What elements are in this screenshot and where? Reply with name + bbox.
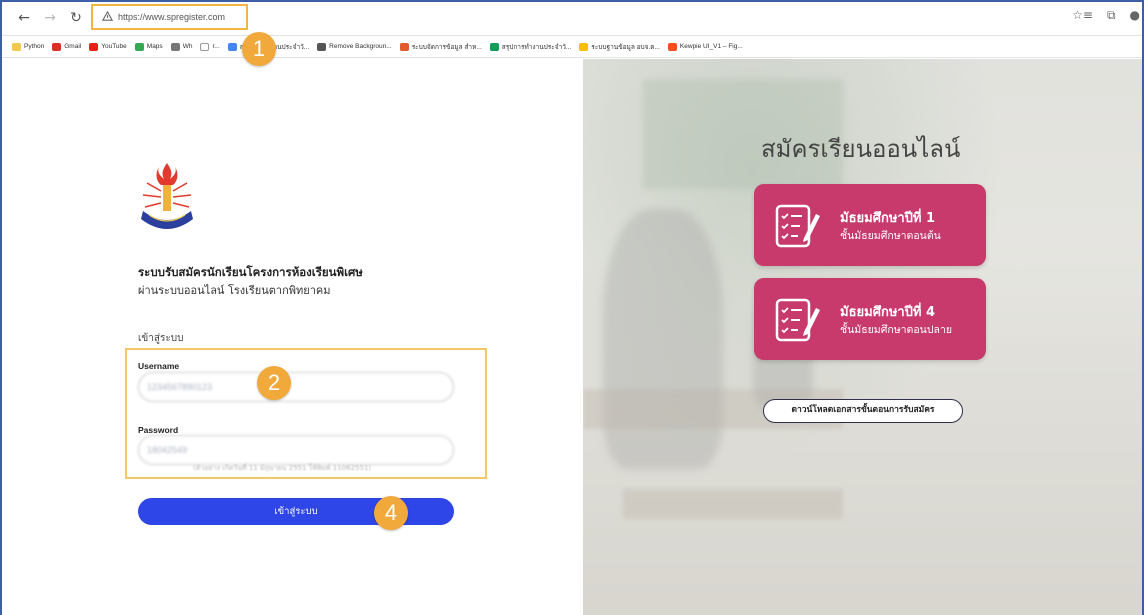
bookmark-label: ระบบจัดการข้อมูล สำห... xyxy=(411,43,482,51)
grade-1-title: มัธยมศึกษาปีที่ 1 xyxy=(840,211,936,226)
bookmark-item[interactable]: YouTube xyxy=(89,42,127,51)
toolbar-right-icons: ☆≡ ⧉ ● xyxy=(1072,8,1140,23)
bookmark-item[interactable]: ระบบฐานข้อมูล อบจ.ต... xyxy=(579,42,660,52)
folder-icon xyxy=(12,42,21,51)
grade-4-subtitle: ชั้นมัธยมศึกษาตอนปลาย xyxy=(840,324,952,336)
bookmark-item[interactable]: Wh xyxy=(170,42,193,51)
bookmark-label: Remove Backgroun... xyxy=(329,43,392,50)
bookmark-item[interactable]: ระบบจัดการข้อมูล สำห... xyxy=(399,42,482,52)
step-badge-1: 1 xyxy=(242,32,276,66)
back-icon[interactable]: ← xyxy=(16,10,32,26)
google-icon xyxy=(227,42,237,51)
bookmark-item[interactable]: Gmail xyxy=(52,42,82,51)
checklist-edit-icon xyxy=(775,204,820,248)
login-panel: ระบบรับสมัครนักเรียนโครงการห้องเรียนพิเศ… xyxy=(2,59,583,615)
username-label: Username xyxy=(138,361,180,371)
password-field[interactable]: 18042549 xyxy=(138,435,454,465)
bookmark-item[interactable]: Remove Backgroun... xyxy=(317,42,392,51)
bookmark-item[interactable]: Python xyxy=(12,42,45,51)
profile-icon[interactable]: ● xyxy=(1130,8,1140,23)
browser-toolbar: ← → ↻ https://www.spregister.com ☆≡ ⧉ ● xyxy=(2,2,1142,36)
bookmark-label: สรุปการทำงานประจำวั... xyxy=(501,43,572,51)
page-icon xyxy=(170,42,180,51)
sheets-icon xyxy=(489,42,499,51)
grade-4-card[interactable]: มัธยมศึกษาปีที่ 4 ชั้นมัธยมศึกษาตอนปลาย xyxy=(754,278,986,360)
checklist-edit-icon xyxy=(775,298,820,342)
removebg-icon xyxy=(317,42,327,51)
url-highlight-box xyxy=(91,4,248,30)
bookmarks-bar: Python Gmail YouTube Maps Wh r... สรุปการทำงาน… xyxy=(2,36,1142,58)
password-label: Password xyxy=(138,425,179,435)
password-hint: (ตัวอย่าง เกิดวันที่ 11 มิถุนายน 2551 ให… xyxy=(193,464,372,472)
page-icon xyxy=(200,42,210,51)
bookmark-label: YouTube xyxy=(101,43,127,50)
forward-icon[interactable]: → xyxy=(42,10,58,26)
bookmark-label: Kewpie UI_V1 – Fig... xyxy=(679,43,743,50)
register-heading: สมัครเรียนออนไลน์ xyxy=(761,135,961,163)
drive-icon xyxy=(579,42,589,51)
favorites-icon[interactable]: ☆≡ xyxy=(1072,8,1093,23)
reload-icon[interactable]: ↻ xyxy=(68,10,84,26)
app-icon xyxy=(399,42,409,51)
bookmark-item[interactable]: r... xyxy=(200,42,220,51)
registration-panel: สมัครเรียนออนไลน์ มัธยมศึกษาปีที่ 1 ชั้น… xyxy=(583,59,1142,615)
bookmark-label: Maps xyxy=(146,43,163,50)
page-title: ระบบรับสมัครนักเรียนโครงการห้องเรียนพิเศ… xyxy=(138,265,363,279)
collections-icon[interactable]: ⧉ xyxy=(1107,8,1116,23)
bookmark-label: r... xyxy=(212,43,220,50)
school-logo xyxy=(141,163,193,229)
grade-4-title: มัธยมศึกษาปีที่ 4 xyxy=(840,305,936,320)
bookmark-label: ระบบฐานข้อมูล อบจ.ต... xyxy=(591,43,660,51)
maps-icon xyxy=(134,42,144,51)
grade-1-card[interactable]: มัธยมศึกษาปีที่ 1 ชั้นมัธยมศึกษาตอนต้น xyxy=(754,184,986,266)
gmail-icon xyxy=(52,42,62,51)
download-documents-button[interactable]: ดาวน์โหลดเอกสารขั้นตอนการรับสมัคร xyxy=(763,399,963,423)
grade-1-subtitle: ชั้นมัธยมศึกษาตอนต้น xyxy=(840,230,941,242)
bookmark-item[interactable]: สรุปการทำงานประจำวั... xyxy=(489,42,572,52)
bookmark-label: Wh xyxy=(182,43,193,50)
page-subtitle: ผ่านระบบออนไลน์ โรงเรียนตากพิทยาคม xyxy=(138,284,331,297)
bookmark-label: Python xyxy=(24,43,45,50)
bookmark-item[interactable]: Kewpie UI_V1 – Fig... xyxy=(667,42,743,51)
username-field[interactable]: 1234567890123 xyxy=(138,372,454,402)
youtube-icon xyxy=(89,42,99,51)
figma-icon xyxy=(667,42,677,51)
login-heading: เข้าสู่ระบบ xyxy=(138,333,184,344)
bookmark-label: Gmail xyxy=(64,43,82,50)
browser-window: ← → ↻ https://www.spregister.com ☆≡ ⧉ ● … xyxy=(0,0,1144,615)
step-badge-4: 4 xyxy=(374,496,408,530)
step-badge-2: 2 xyxy=(257,366,291,400)
bookmark-item[interactable]: Maps xyxy=(134,42,163,51)
